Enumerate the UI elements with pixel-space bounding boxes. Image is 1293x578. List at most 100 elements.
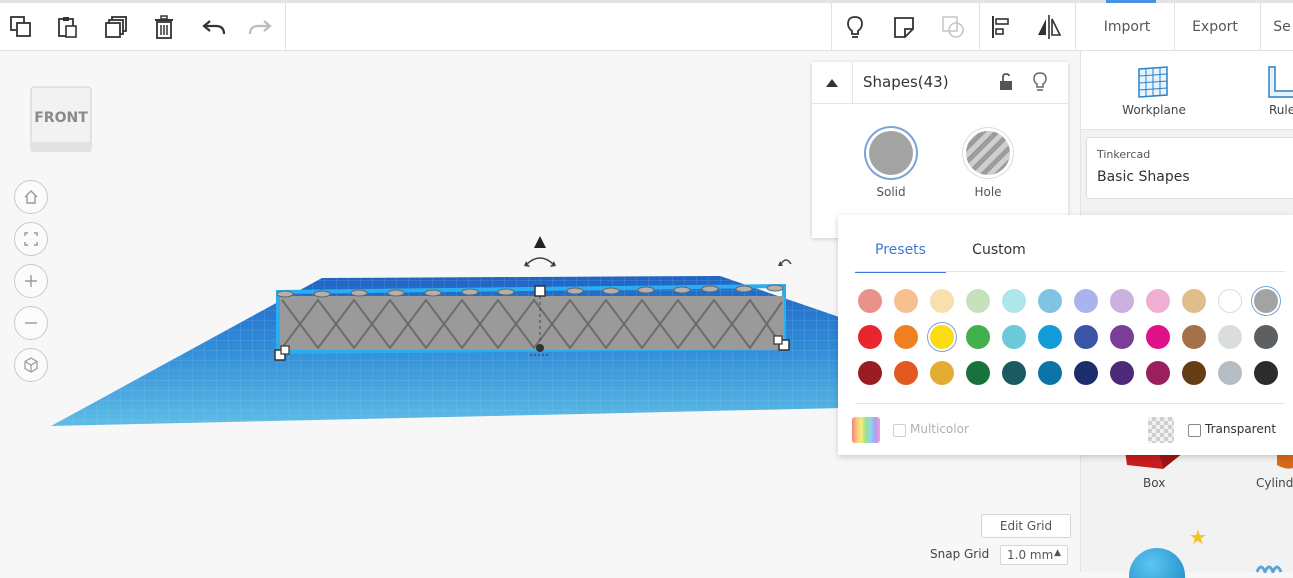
color-swatch[interactable] xyxy=(858,289,882,313)
duplicate-icon[interactable] xyxy=(99,10,133,44)
mirror-icon[interactable] xyxy=(1032,10,1066,44)
row-divider xyxy=(855,403,1285,404)
multicolor-checkbox[interactable] xyxy=(893,424,906,437)
box-shape-label: Box xyxy=(1143,476,1166,490)
color-swatch[interactable] xyxy=(858,325,882,349)
snap-grid-label: Snap Grid xyxy=(930,547,990,561)
color-swatch[interactable] xyxy=(1254,289,1278,313)
lightbulb-icon[interactable] xyxy=(838,10,872,44)
color-swatch[interactable] xyxy=(1146,325,1170,349)
toolbar-divider xyxy=(979,3,980,50)
color-swatch[interactable] xyxy=(966,361,990,385)
color-swatch[interactable] xyxy=(858,361,882,385)
toolbar-divider xyxy=(1260,3,1261,50)
tab-presets[interactable]: Presets xyxy=(855,233,946,273)
color-swatch[interactable] xyxy=(1254,325,1278,349)
color-swatch[interactable] xyxy=(1002,289,1026,313)
color-swatch[interactable] xyxy=(1182,325,1206,349)
color-swatch[interactable] xyxy=(930,361,954,385)
copy-icon[interactable] xyxy=(4,10,38,44)
caret-up-icon: ▲ xyxy=(1054,548,1061,558)
caret-up-icon xyxy=(826,78,838,87)
perspective-button[interactable] xyxy=(14,348,48,382)
color-swatch[interactable] xyxy=(1110,325,1134,349)
export-button[interactable]: Export xyxy=(1176,3,1254,50)
inspector-header: Shapes(43) xyxy=(812,62,1068,104)
multicolor-icon xyxy=(852,417,880,443)
solid-label: Solid xyxy=(876,185,906,199)
color-swatch[interactable] xyxy=(1218,361,1242,385)
zoom-out-button[interactable] xyxy=(14,306,48,340)
redo-icon[interactable] xyxy=(243,10,277,44)
color-swatch[interactable] xyxy=(1218,289,1242,313)
color-swatch[interactable] xyxy=(1110,361,1134,385)
view-cube[interactable]: FRONT xyxy=(30,86,92,152)
tab-custom[interactable]: Custom xyxy=(968,233,1030,271)
align-icon[interactable] xyxy=(984,10,1018,44)
toolbar-divider xyxy=(1075,3,1076,50)
color-swatch[interactable] xyxy=(1002,361,1026,385)
color-swatch[interactable] xyxy=(894,361,918,385)
undo-icon[interactable] xyxy=(197,10,231,44)
snap-grid-value: 1.0 mm xyxy=(1007,548,1054,562)
fit-view-button[interactable] xyxy=(14,222,48,256)
send-to-button[interactable]: Se xyxy=(1262,3,1293,50)
sphere-shape-thumbnail[interactable] xyxy=(1129,548,1185,578)
color-picker-panel: Presets Custom Multicolor Transparent xyxy=(838,215,1293,455)
color-swatch[interactable] xyxy=(930,325,954,349)
group-icon[interactable] xyxy=(936,10,970,44)
color-swatch[interactable] xyxy=(1182,289,1206,313)
multicolor-label: Multicolor xyxy=(910,422,969,436)
library-provider: Tinkercad xyxy=(1097,148,1151,161)
shape-inspector: Shapes(43) Solid Hole xyxy=(812,62,1068,238)
color-swatch[interactable] xyxy=(894,289,918,313)
ruler-tool[interactable]: Rule xyxy=(1257,63,1293,117)
toolbar-divider xyxy=(285,3,286,50)
color-swatch[interactable] xyxy=(1146,361,1170,385)
color-swatch[interactable] xyxy=(1254,361,1278,385)
color-swatch[interactable] xyxy=(1038,289,1062,313)
paste-icon[interactable] xyxy=(50,10,84,44)
color-swatch[interactable] xyxy=(1038,361,1062,385)
transparent-icon xyxy=(1148,417,1174,443)
delete-icon[interactable] xyxy=(147,10,181,44)
color-swatch[interactable] xyxy=(1002,325,1026,349)
view-cube-face-label: FRONT xyxy=(34,110,88,126)
color-swatch[interactable] xyxy=(966,289,990,313)
shape-library-select[interactable]: Tinkercad Basic Shapes xyxy=(1086,137,1293,199)
workplane-label: Workplane xyxy=(1122,103,1186,117)
color-swatch[interactable] xyxy=(1218,325,1242,349)
edit-grid-button[interactable]: Edit Grid xyxy=(981,514,1071,538)
color-swatch[interactable] xyxy=(1038,325,1062,349)
lightbulb-icon[interactable] xyxy=(1032,72,1048,96)
toolbar-divider xyxy=(831,3,832,50)
color-swatch[interactable] xyxy=(1074,361,1098,385)
tools-row: Workplane Rule xyxy=(1081,51,1293,130)
color-swatch[interactable] xyxy=(1110,289,1134,313)
color-swatch[interactable] xyxy=(1146,289,1170,313)
home-view-button[interactable] xyxy=(14,180,48,214)
color-swatch[interactable] xyxy=(1074,325,1098,349)
snap-grid-select[interactable]: 1.0 mm ▲ xyxy=(1000,545,1068,565)
transparent-checkbox[interactable] xyxy=(1188,424,1201,437)
color-swatch[interactable] xyxy=(966,325,990,349)
transparent-label: Transparent xyxy=(1205,422,1277,436)
toolbar: Import Export Se xyxy=(0,3,1293,51)
tab-divider xyxy=(855,271,1285,272)
scribble-shape-thumbnail[interactable] xyxy=(1255,559,1293,573)
collapse-button[interactable] xyxy=(812,62,853,103)
color-swatch[interactable] xyxy=(894,325,918,349)
zoom-in-button[interactable] xyxy=(14,264,48,298)
workplane-tool[interactable]: Workplane xyxy=(1121,63,1187,117)
color-swatch[interactable] xyxy=(1182,361,1206,385)
import-button[interactable]: Import xyxy=(1087,3,1167,50)
note-icon[interactable] xyxy=(887,10,921,44)
home-icon xyxy=(24,190,38,204)
color-swatch[interactable] xyxy=(1074,289,1098,313)
solid-swatch[interactable] xyxy=(869,131,913,175)
lock-icon[interactable] xyxy=(998,73,1014,95)
hole-swatch[interactable] xyxy=(966,131,1010,175)
cylinder-shape-label: Cylind xyxy=(1256,476,1293,490)
color-swatch[interactable] xyxy=(930,289,954,313)
ruler-icon xyxy=(1268,66,1293,98)
